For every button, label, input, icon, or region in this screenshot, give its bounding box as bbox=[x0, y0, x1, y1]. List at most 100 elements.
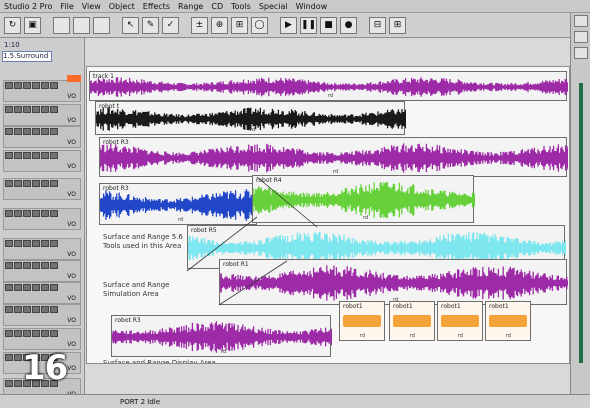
track-control-button[interactable] bbox=[23, 306, 31, 313]
track-strip[interactable]: VO bbox=[3, 260, 81, 282]
meter-icon[interactable]: ⊞ bbox=[389, 16, 406, 34]
track-control-button[interactable] bbox=[5, 284, 13, 291]
track-control-button[interactable] bbox=[50, 240, 58, 247]
track-control-button[interactable] bbox=[41, 128, 49, 135]
track-control-button[interactable] bbox=[32, 284, 40, 291]
track-control-button[interactable] bbox=[41, 106, 49, 113]
pencil-tool-icon[interactable]: ✎ bbox=[142, 16, 159, 34]
track-control-button[interactable] bbox=[14, 106, 22, 113]
track-strip[interactable]: VO bbox=[3, 80, 81, 102]
track-control-button[interactable] bbox=[5, 262, 13, 269]
track-control-button[interactable] bbox=[41, 210, 49, 217]
blank-button[interactable] bbox=[53, 16, 70, 34]
track-control-button[interactable] bbox=[50, 106, 58, 113]
track-control-button[interactable] bbox=[23, 152, 31, 159]
track-control-button[interactable] bbox=[23, 240, 31, 247]
track-control-button[interactable] bbox=[23, 210, 31, 217]
track-control-button[interactable] bbox=[50, 284, 58, 291]
save-icon[interactable]: ▣ bbox=[24, 16, 41, 34]
track-control-button[interactable] bbox=[41, 180, 49, 187]
track-control-button[interactable] bbox=[23, 284, 31, 291]
track-control-button[interactable] bbox=[50, 330, 58, 337]
track-control-button[interactable] bbox=[5, 354, 13, 361]
track-control-button[interactable] bbox=[5, 210, 13, 217]
track-control-button[interactable] bbox=[5, 106, 13, 113]
audio-clip-short[interactable]: robot1 rd bbox=[485, 301, 531, 341]
track-strip[interactable]: VO bbox=[3, 282, 81, 304]
session-field[interactable]: 1.5.Surround bbox=[2, 51, 52, 62]
track-strip[interactable]: VO bbox=[3, 104, 81, 126]
track-control-button[interactable] bbox=[5, 240, 13, 247]
track-strip[interactable]: VO bbox=[3, 328, 81, 350]
track-control-button[interactable] bbox=[23, 180, 31, 187]
stop-icon[interactable]: ■ bbox=[320, 16, 337, 34]
track-strip[interactable]: VO bbox=[3, 126, 81, 148]
track-control-button[interactable] bbox=[23, 82, 31, 89]
track-control-button[interactable] bbox=[32, 128, 40, 135]
track-control-button[interactable] bbox=[14, 354, 22, 361]
track-control-button[interactable] bbox=[41, 330, 49, 337]
track-control-button[interactable] bbox=[5, 128, 13, 135]
pause-icon[interactable]: ❚❚ bbox=[300, 16, 317, 34]
track-control-button[interactable] bbox=[41, 240, 49, 247]
menu-window[interactable]: Window bbox=[296, 2, 328, 11]
right-tool-button-1[interactable] bbox=[574, 15, 588, 27]
track-control-button[interactable] bbox=[32, 306, 40, 313]
audio-clip-short[interactable]: robot1 rd bbox=[389, 301, 435, 341]
track-control-button[interactable] bbox=[50, 128, 58, 135]
right-tool-button-2[interactable] bbox=[574, 31, 588, 43]
track-control-button[interactable] bbox=[23, 330, 31, 337]
vertical-scrollbar[interactable] bbox=[579, 83, 583, 363]
track-control-button[interactable] bbox=[32, 106, 40, 113]
audio-clip-short[interactable]: robot1 rd bbox=[437, 301, 483, 341]
track-control-button[interactable] bbox=[32, 330, 40, 337]
play-icon[interactable]: ▶ bbox=[280, 16, 297, 34]
track-control-button[interactable] bbox=[14, 210, 22, 217]
menu-cd[interactable]: CD bbox=[211, 2, 223, 11]
track-control-button[interactable] bbox=[41, 284, 49, 291]
track-strip[interactable]: VO bbox=[3, 304, 81, 326]
track-control-button[interactable] bbox=[32, 262, 40, 269]
track-control-button[interactable] bbox=[32, 210, 40, 217]
track-control-button[interactable] bbox=[14, 240, 22, 247]
mixer-icon[interactable]: ⊟ bbox=[369, 16, 386, 34]
track-control-button[interactable] bbox=[41, 82, 49, 89]
track-control-button[interactable] bbox=[5, 380, 13, 387]
track-control-button[interactable] bbox=[41, 152, 49, 159]
blank-button-2[interactable] bbox=[73, 16, 90, 34]
track-control-button[interactable] bbox=[14, 262, 22, 269]
track-control-button[interactable] bbox=[14, 128, 22, 135]
menu-object[interactable]: Object bbox=[109, 2, 135, 11]
arrow-tool-icon[interactable]: ↖ bbox=[122, 16, 139, 34]
menu-view[interactable]: View bbox=[82, 2, 101, 11]
circle-tool-icon[interactable]: ◯ bbox=[251, 16, 268, 34]
track-strip[interactable]: VO bbox=[3, 150, 81, 172]
track-control-button[interactable] bbox=[5, 306, 13, 313]
check-tool-icon[interactable]: ✓ bbox=[162, 16, 179, 34]
move-tool-icon[interactable]: ± bbox=[191, 16, 208, 34]
track-control-button[interactable] bbox=[14, 152, 22, 159]
track-control-button[interactable] bbox=[32, 240, 40, 247]
menu-effects[interactable]: Effects bbox=[143, 2, 170, 11]
track-control-button[interactable] bbox=[23, 106, 31, 113]
track-control-button[interactable] bbox=[23, 128, 31, 135]
track-strip[interactable]: VO bbox=[3, 208, 81, 230]
track-control-button[interactable] bbox=[14, 82, 22, 89]
zoom-tool-icon[interactable]: ⊕ bbox=[211, 16, 228, 34]
record-icon[interactable]: ● bbox=[340, 16, 357, 34]
track-control-button[interactable] bbox=[50, 180, 58, 187]
track-control-button[interactable] bbox=[23, 262, 31, 269]
track-control-button[interactable] bbox=[14, 380, 22, 387]
menu-file[interactable]: File bbox=[60, 2, 73, 11]
right-tool-button-3[interactable] bbox=[574, 47, 588, 59]
grid-tool-icon[interactable]: ⊞ bbox=[231, 16, 248, 34]
track-control-button[interactable] bbox=[50, 210, 58, 217]
track-control-button[interactable] bbox=[14, 180, 22, 187]
track-control-button[interactable] bbox=[50, 82, 58, 89]
track-control-button[interactable] bbox=[50, 306, 58, 313]
track-control-button[interactable] bbox=[32, 180, 40, 187]
menu-range[interactable]: Range bbox=[178, 2, 203, 11]
arrange-canvas[interactable]: track 1rd robot t rd robot R3 rd robot R3 rd ro… bbox=[86, 66, 570, 364]
track-control-button[interactable] bbox=[14, 306, 22, 313]
audio-clip-short[interactable]: robot1 rd bbox=[339, 301, 385, 341]
